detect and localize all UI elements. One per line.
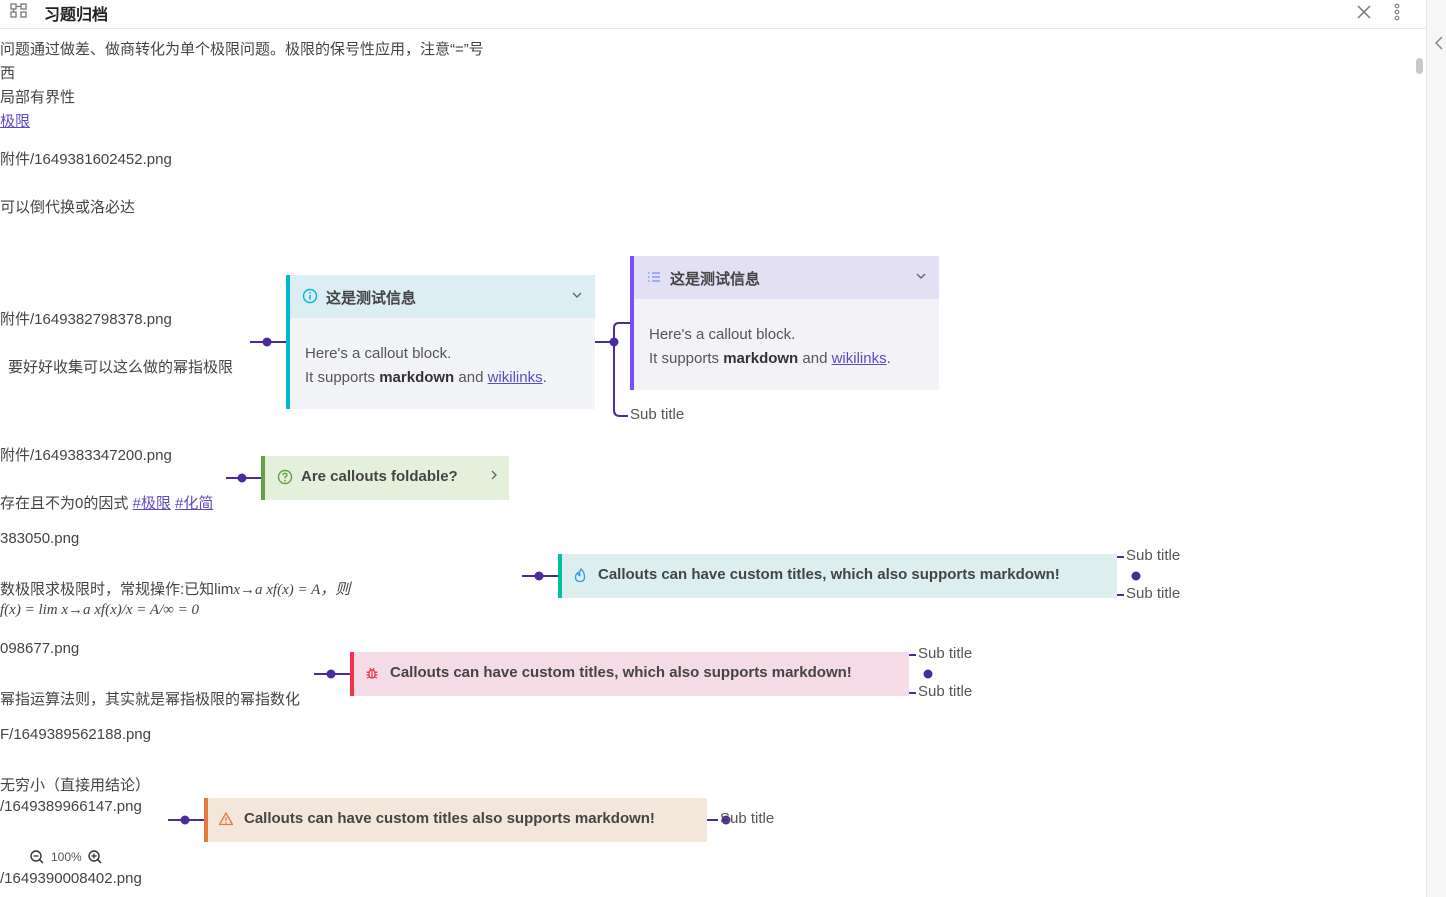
list-item: F/1649389562188.png bbox=[0, 726, 151, 743]
wikilink[interactable]: wikilinks bbox=[488, 369, 543, 386]
callout-text: . bbox=[886, 350, 891, 367]
list-icon bbox=[648, 272, 660, 282]
help-circle-icon bbox=[277, 469, 293, 485]
chevron-down-icon[interactable] bbox=[570, 288, 584, 302]
list-item: 西 bbox=[0, 65, 16, 82]
subtitle-node[interactable]: Sub title bbox=[918, 683, 972, 700]
callout-header[interactable]: Are callouts foldable? bbox=[265, 456, 509, 499]
list-item: 098677.png bbox=[0, 640, 80, 657]
page-title: 习题归档 bbox=[44, 7, 109, 24]
right-sidebar bbox=[1426, 0, 1446, 897]
zoom-in-icon[interactable] bbox=[87, 849, 103, 865]
callout-body-line: It supports markdown and wikilinks. bbox=[305, 366, 577, 390]
callout-title: 这是测试信息 bbox=[670, 271, 761, 288]
callout-header[interactable]: Callouts can have custom titles, which a… bbox=[562, 554, 1117, 597]
more-vertical-icon[interactable] bbox=[1390, 2, 1404, 22]
callout-text: It supports bbox=[305, 369, 380, 386]
wikilink[interactable]: wikilinks bbox=[832, 350, 887, 367]
callout-body-line: It supports markdown and wikilinks. bbox=[649, 347, 921, 371]
callout-bold: markdown bbox=[723, 350, 799, 367]
mindmap-connectors bbox=[168, 322, 1141, 825]
callout-title: Callouts can have custom titles, which a… bbox=[390, 664, 852, 681]
info-icon bbox=[302, 288, 318, 304]
list-item: 存在且不为0的因式 #极限 #化简 bbox=[0, 492, 213, 513]
callout-body-line: Here's a callout block. bbox=[649, 326, 796, 343]
list-item: 可以倒代换或洛必达 bbox=[0, 199, 136, 216]
callout-note[interactable]: 这是测试信息 Here's a callout block. It suppor… bbox=[630, 256, 939, 390]
list-item: /1649389966147.png bbox=[0, 798, 142, 815]
callout-text: It supports bbox=[649, 350, 724, 367]
list-item: 附件/1649381602452.png bbox=[0, 151, 172, 168]
list-item: 要好好收集可以这么做的幂指极限 bbox=[8, 359, 234, 376]
view-header: 习题归档 bbox=[0, 0, 1426, 29]
callout-tip[interactable]: Callouts can have custom titles, which a… bbox=[558, 554, 1117, 598]
subtitle-node[interactable]: Sub title bbox=[918, 645, 972, 662]
callout-warning[interactable]: Callouts can have custom titles also sup… bbox=[204, 798, 707, 842]
callout-header[interactable]: Callouts can have custom titles, which a… bbox=[354, 652, 909, 695]
alert-triangle-icon bbox=[218, 812, 234, 826]
math-formula: f(x) = lim x→a xf(x)/x = A/∞ = 0 bbox=[0, 602, 200, 618]
chevron-down-icon[interactable] bbox=[914, 269, 928, 283]
list-item: /1649390008402.png bbox=[0, 870, 142, 887]
internal-link[interactable]: 极限 bbox=[0, 110, 30, 131]
callout-header[interactable]: 这是测试信息 bbox=[634, 256, 939, 299]
chevron-right-icon[interactable] bbox=[487, 468, 501, 482]
flame-icon bbox=[574, 568, 586, 583]
list-item-text: 存在且不为0的因式 bbox=[0, 495, 133, 512]
list-item: 无穷小（直接用结论） bbox=[0, 777, 151, 794]
callout-bug[interactable]: Callouts can have custom titles, which a… bbox=[350, 652, 909, 696]
callout-title: Are callouts foldable? bbox=[301, 468, 458, 485]
callout-header[interactable]: Callouts can have custom titles also sup… bbox=[208, 798, 707, 841]
callout-text: and bbox=[798, 350, 832, 367]
callout-body: Here's a callout block. It supports mark… bbox=[290, 318, 595, 390]
chevron-left-icon[interactable] bbox=[1433, 34, 1445, 52]
subtitle-node[interactable]: Sub title bbox=[1126, 585, 1180, 602]
callout-bold: markdown bbox=[379, 369, 455, 386]
list-item: 幂指运算法则，其实就是幂指极限的幂指数化 bbox=[0, 691, 301, 708]
subtitle-node[interactable]: Sub title bbox=[1126, 547, 1180, 564]
zoom-out-icon[interactable] bbox=[29, 849, 45, 865]
callout-info[interactable]: 这是测试信息 Here's a callout block. It suppor… bbox=[286, 275, 595, 409]
close-icon[interactable] bbox=[1355, 3, 1373, 21]
list-item: 附件/1649383347200.png bbox=[0, 447, 172, 464]
bug-icon bbox=[366, 667, 378, 679]
callout-title: 这是测试信息 bbox=[326, 290, 417, 307]
list-item-text: 数极限求极限时，常规操作:已知lim bbox=[0, 581, 234, 598]
callout-body: Here's a callout block. It supports mark… bbox=[634, 299, 939, 371]
math-formula: x→a xf(x) = A，则 bbox=[233, 582, 351, 598]
zoom-level: 100% bbox=[51, 850, 82, 864]
callout-title: Callouts can have custom titles, which a… bbox=[598, 566, 1060, 583]
scroll-thumb[interactable] bbox=[1416, 58, 1423, 74]
graph-icon bbox=[10, 3, 27, 18]
subtitle-node[interactable]: Sub title bbox=[720, 810, 774, 827]
list-item: 数极限求极限时，常规操作:已知limx→a xf(x) = A，则 bbox=[0, 578, 350, 599]
list-item: 问题通过做差、做商转化为单个极限问题。极限的保号性应用，注意“=”号 bbox=[0, 41, 484, 58]
tag-link[interactable]: #极限 bbox=[133, 495, 171, 512]
callout-question[interactable]: Are callouts foldable? bbox=[261, 456, 509, 500]
callout-text: . bbox=[542, 369, 547, 386]
callout-body-line: Here's a callout block. bbox=[305, 345, 452, 362]
callout-text: and bbox=[454, 369, 488, 386]
list-item: 383050.png bbox=[0, 530, 80, 547]
callout-header[interactable]: 这是测试信息 bbox=[290, 275, 595, 318]
scrollbar[interactable] bbox=[1413, 28, 1425, 897]
callout-title: Callouts can have custom titles also sup… bbox=[244, 810, 655, 827]
tag-link[interactable]: #化简 bbox=[175, 495, 213, 512]
list-item: 附件/1649382798378.png bbox=[0, 311, 172, 328]
subtitle-node[interactable]: Sub title bbox=[630, 406, 684, 423]
list-item: 局部有界性 bbox=[0, 89, 76, 106]
